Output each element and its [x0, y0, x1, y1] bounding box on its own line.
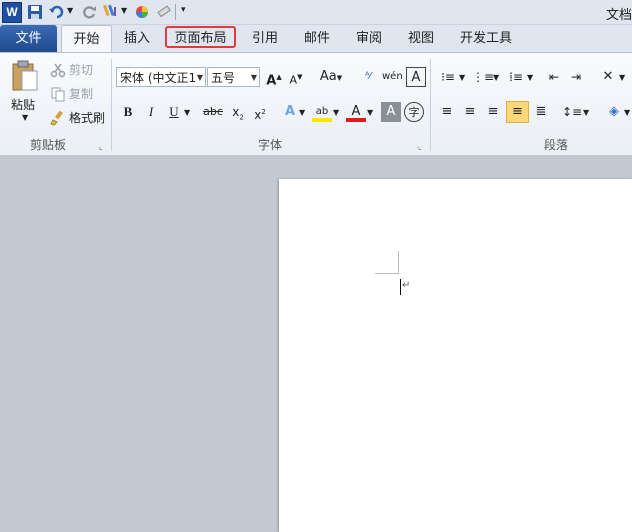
align-left-icon[interactable]: ≡ [437, 102, 457, 122]
subscript-icon[interactable]: x2 [228, 102, 248, 122]
enclose-characters-icon[interactable]: 字 [404, 102, 424, 122]
font-color-icon[interactable]: A [346, 102, 366, 122]
color-wheel-icon[interactable] [133, 3, 151, 21]
paragraph-mark-icon: ↵ [402, 280, 411, 291]
character-shading-icon[interactable]: A [381, 102, 401, 122]
tab-home[interactable]: 开始 [61, 25, 112, 53]
word-logo-icon[interactable]: W [2, 2, 22, 23]
ribbon-home: 粘贴 ▼ 剪切 复制 格式刷 剪贴板 ⌞ 宋体 (中文正1 ▼ 五号 ▼ A▲ … [0, 52, 632, 156]
document-page[interactable]: ↵ [279, 179, 632, 532]
bullets-icon[interactable]: ⁝≡ [438, 67, 458, 87]
font-size-value: 五号 [211, 71, 236, 85]
change-case-icon[interactable]: Aa▼ [318, 67, 344, 87]
margin-mark [398, 251, 399, 274]
tab-insert[interactable]: 插入 [117, 25, 157, 52]
format-painter-button[interactable]: 格式刷 [50, 109, 105, 126]
highlight-dropdown-icon[interactable]: ▼ [333, 108, 339, 117]
clear-formatting-icon[interactable]: ᴬ⁄ [358, 67, 378, 87]
numbering-icon[interactable]: ⋮≡ [472, 67, 494, 87]
copy-icon [51, 87, 65, 101]
increase-indent-icon[interactable]: ⇥ [566, 67, 586, 87]
customize-toolbar-icon[interactable]: ▾ [181, 5, 186, 15]
italic-icon[interactable]: I [141, 102, 161, 122]
paintbrush-icon [50, 110, 63, 126]
superscript-icon[interactable]: x2 [250, 102, 270, 122]
margin-mark [375, 273, 399, 274]
copy-label: 复制 [69, 87, 94, 101]
font-group-label: 字体 [257, 138, 282, 152]
tab-mailings[interactable]: 邮件 [297, 25, 337, 52]
tab-file[interactable]: 文件 [0, 25, 57, 52]
shading-icon[interactable]: ◈ [604, 102, 624, 122]
highlight-color-icon[interactable]: ab [312, 102, 332, 122]
font-dialog-launcher-icon[interactable]: ⌞ [418, 143, 426, 151]
justify-icon[interactable]: ≡ [506, 101, 529, 123]
font-color-dropdown-icon[interactable]: ▼ [367, 108, 373, 117]
ribbon-tabs: 文件 开始 插入 页面布局 引用 邮件 审阅 视图 开发工具 [0, 25, 632, 53]
underline-icon[interactable]: U [164, 102, 184, 122]
tab-developer[interactable]: 开发工具 [455, 25, 517, 52]
chinese-layout-icon[interactable]: ✕ [598, 67, 618, 87]
format-painter-label: 格式刷 [69, 111, 106, 125]
line-spacing-icon[interactable]: ↕≡ [562, 102, 582, 122]
phonetic-guide-icon[interactable]: wén [382, 67, 403, 87]
tab-view[interactable]: 视图 [401, 25, 441, 52]
clipboard-dialog-launcher-icon[interactable]: ⌞ [99, 143, 107, 151]
undo-dropdown-icon[interactable]: ▼ [67, 6, 73, 15]
font-size-dropdown-icon: ▼ [250, 73, 257, 82]
paragraph-group-label: 段落 [543, 138, 568, 152]
strikethrough-icon[interactable]: abc [200, 102, 226, 122]
bold-icon[interactable]: B [118, 102, 138, 122]
cut-label: 剪切 [69, 63, 94, 77]
font-name-dropdown-icon: ▼ [196, 73, 203, 82]
toolbar-separator [175, 4, 176, 20]
format-brush-icon[interactable] [102, 3, 120, 21]
character-border-icon[interactable]: A [406, 67, 426, 87]
distributed-icon[interactable]: ≣ [531, 102, 551, 122]
paste-button[interactable]: 粘贴 ▼ [6, 58, 42, 122]
copy-button[interactable]: 复制 [50, 85, 93, 102]
save-icon[interactable] [26, 3, 44, 21]
text-cursor [400, 279, 401, 295]
multilevel-list-icon[interactable]: ⁞≡ [506, 67, 526, 87]
document-area: ↵ [0, 155, 632, 532]
chinese-layout-dropdown-icon[interactable]: ▼ [619, 73, 625, 82]
grow-font-icon[interactable]: A▲ [264, 67, 284, 88]
cut-button[interactable]: 剪切 [50, 61, 93, 78]
highlight-box [165, 26, 236, 48]
redo-icon[interactable] [80, 3, 98, 21]
shrink-font-icon[interactable]: A▼ [286, 67, 306, 87]
font-name-combo[interactable]: 宋体 (中文正1 ▼ [116, 67, 206, 87]
font-size-combo[interactable]: 五号 ▼ [207, 67, 260, 87]
undo-icon[interactable] [48, 3, 66, 21]
line-spacing-dropdown-icon[interactable]: ▼ [583, 108, 589, 117]
quick-access-toolbar: W ▼ ▼ ▾ 文档 [0, 0, 632, 25]
tab-references[interactable]: 引用 [245, 25, 285, 52]
paste-label: 粘贴 [11, 98, 36, 112]
tab-review[interactable]: 审阅 [349, 25, 389, 52]
font-name-value: 宋体 (中文正1 [120, 71, 197, 85]
eraser-icon[interactable] [155, 3, 173, 21]
multilevel-dropdown-icon[interactable]: ▼ [527, 73, 533, 82]
text-effects-icon[interactable]: A [280, 102, 300, 122]
group-separator [111, 59, 112, 151]
underline-dropdown-icon[interactable]: ▼ [184, 108, 190, 117]
decrease-indent-icon[interactable]: ⇤ [544, 67, 564, 87]
align-center-icon[interactable]: ≡ [460, 102, 480, 122]
scissors-icon [50, 63, 66, 77]
numbering-dropdown-icon[interactable]: ▼ [493, 73, 499, 82]
clipboard-icon [12, 60, 38, 91]
shading-dropdown-icon[interactable]: ▼ [624, 108, 630, 117]
group-separator [430, 59, 431, 151]
text-effects-dropdown-icon[interactable]: ▼ [299, 108, 305, 117]
clipboard-group-label: 剪贴板 [29, 138, 66, 152]
window-title: 文档 [605, 8, 632, 23]
brush-dropdown-icon[interactable]: ▼ [121, 6, 127, 15]
paste-dropdown-icon: ▼ [22, 113, 29, 122]
bullets-dropdown-icon[interactable]: ▼ [459, 73, 465, 82]
align-right-icon[interactable]: ≡ [483, 102, 503, 122]
